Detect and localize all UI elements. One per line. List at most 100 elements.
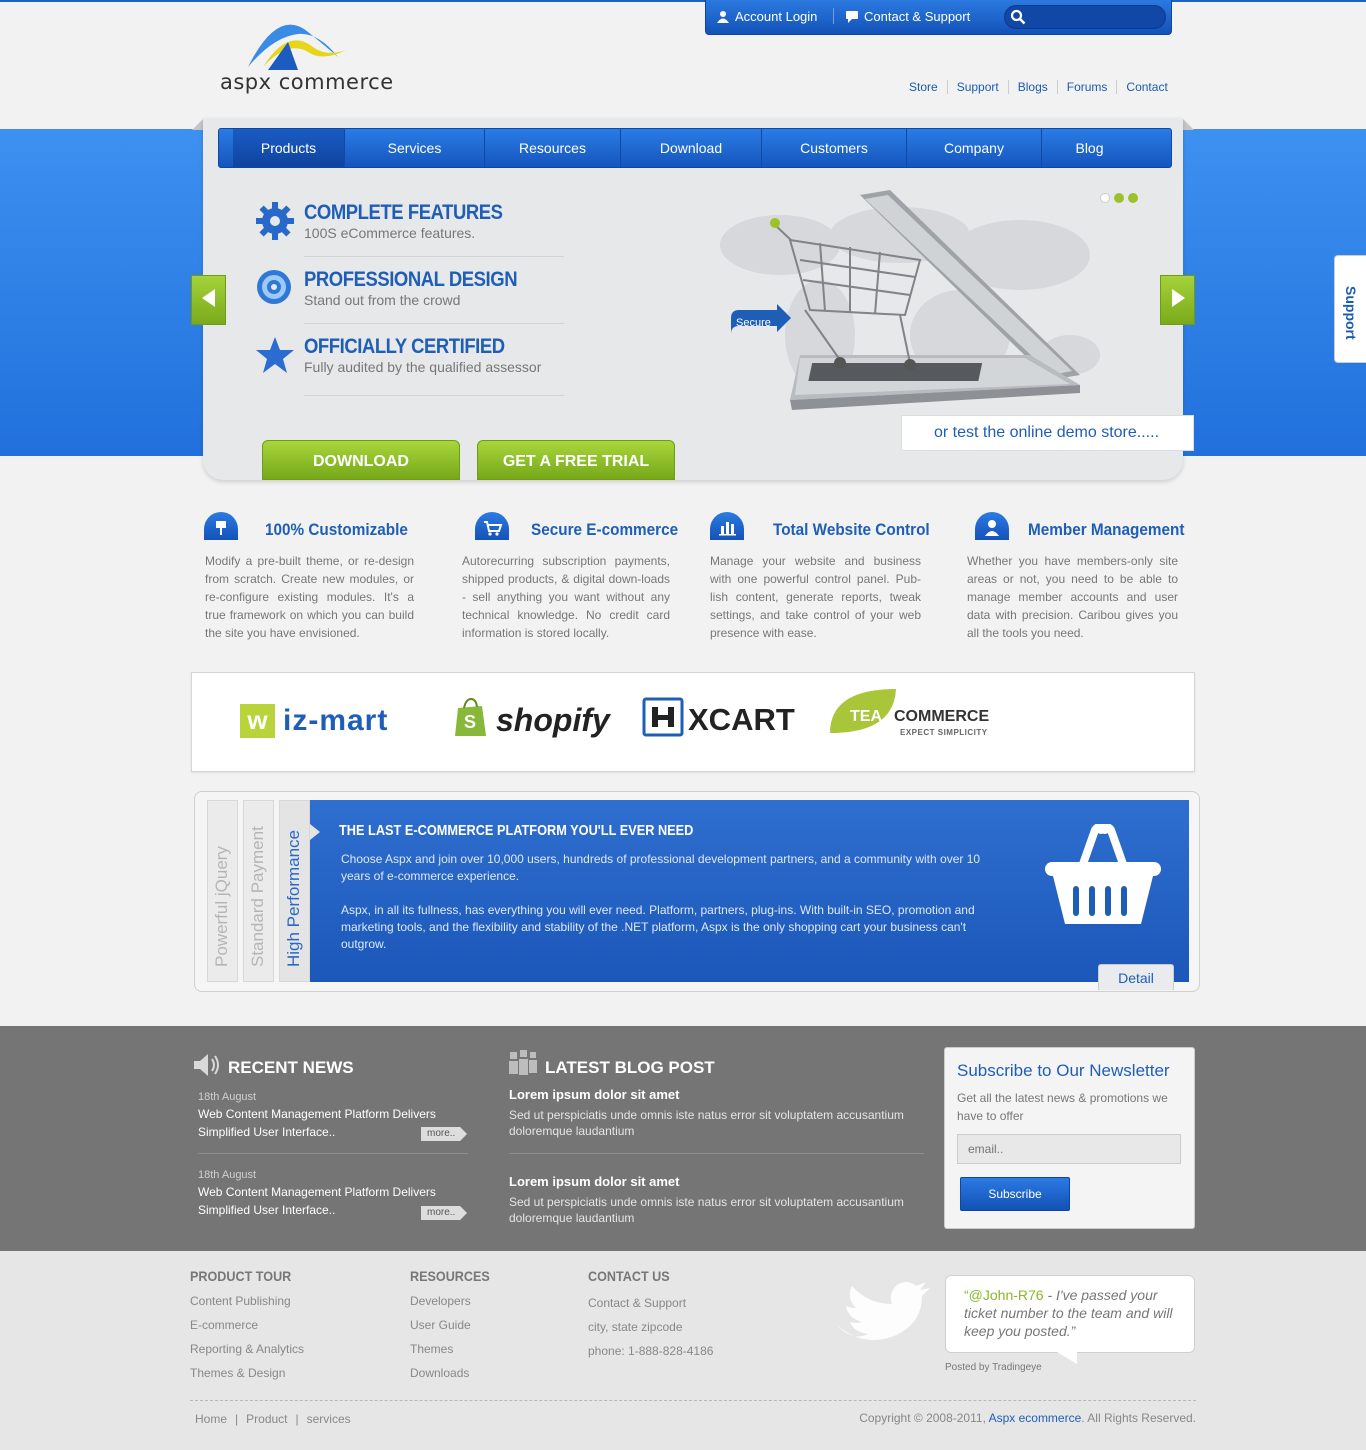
swirl-icon	[255, 268, 293, 311]
people-icon	[508, 1050, 538, 1081]
shopify-logo[interactable]: S shopify	[454, 697, 610, 743]
newsletter-text: Get all the latest news & promotions we …	[957, 1091, 1168, 1123]
detail-button[interactable]: Detail	[1098, 964, 1174, 990]
tab-high-performance[interactable]: High Performance	[279, 800, 310, 982]
support-tab-label: Support	[1343, 286, 1359, 340]
nav-products[interactable]: Products	[233, 129, 345, 167]
footer-divider	[190, 1400, 1196, 1401]
account-login-link[interactable]: Account Login	[717, 9, 817, 24]
footer-title-product-tour: PRODUCT TOUR	[190, 1268, 292, 1284]
footer-services-link[interactable]: services	[307, 1412, 351, 1426]
footer-link[interactable]: Downloads	[410, 1366, 469, 1380]
download-button[interactable]: DOWNLOAD	[262, 440, 460, 480]
chat-icon	[846, 10, 858, 23]
footer-separator: |	[295, 1412, 299, 1426]
slider-prev-button[interactable]	[191, 275, 226, 325]
nav-resources[interactable]: Resources	[485, 129, 621, 167]
divider	[304, 395, 564, 396]
xcart-logo[interactable]: XCART	[642, 697, 795, 742]
feature-column-text: Manage your website and business with on…	[710, 554, 921, 640]
search-icon	[1010, 9, 1026, 30]
nav-download[interactable]: Download	[621, 129, 762, 167]
support-side-tab[interactable]: Support	[1334, 255, 1366, 363]
nav-blog[interactable]: Blog	[1042, 129, 1137, 167]
vertical-tab-label: Standard Payment	[248, 826, 267, 967]
nav-services[interactable]: Services	[345, 129, 485, 167]
more-button[interactable]: more..	[421, 1206, 467, 1220]
footer-title-contact: CONTACT US	[588, 1268, 670, 1284]
footer-product-link[interactable]: Product	[246, 1412, 287, 1426]
active-tab-pointer	[310, 824, 320, 840]
nav-customers[interactable]: Customers	[762, 129, 907, 167]
footer-link[interactable]: Themes & Design	[190, 1366, 285, 1380]
top-link-contact[interactable]: Contact	[1116, 80, 1176, 94]
hero-feature-1: COMPLETE FEATURES 100S eCommerce feature…	[304, 201, 530, 241]
hero-feature-title: PROFESSIONAL DESIGN	[304, 268, 518, 291]
footer-link[interactable]: E-commerce	[190, 1318, 258, 1332]
footer-link[interactable]: Contact & Support	[588, 1296, 686, 1310]
teacommerce-logo[interactable]: TEA COMMERCE EXPECT SIMPLICITY	[828, 689, 998, 744]
blog-post-title[interactable]: Lorem ipsum dolor sit amet	[509, 1174, 679, 1189]
slider-dot[interactable]	[1128, 193, 1138, 203]
footer-home-link[interactable]: Home	[195, 1412, 227, 1426]
search-input[interactable]	[1004, 5, 1166, 29]
contact-support-link[interactable]: Contact & Support	[846, 9, 970, 24]
feature-column-text: Autorecurring subscription payments, shi…	[462, 554, 670, 640]
tea-tagline: EXPECT SIMPLICITY	[900, 728, 988, 737]
arrow-right-icon	[1171, 288, 1185, 312]
news-text[interactable]: Web Content Management Platform Delivers…	[198, 1183, 458, 1219]
logo-text: aspx commerce	[220, 70, 394, 94]
tweet-handle[interactable]: “@John-R76	[964, 1287, 1044, 1303]
news-text[interactable]: Web Content Management Platform Delivers…	[198, 1105, 458, 1141]
basket-icon	[1043, 823, 1163, 933]
copyright-link[interactable]: Aspx ecommerce	[989, 1411, 1082, 1425]
top-link-blogs[interactable]: Blogs	[1007, 80, 1057, 94]
divider	[198, 1153, 468, 1154]
hero-fold-right	[1182, 118, 1194, 130]
vertical-tab-label: Powerful jQuery	[212, 846, 231, 967]
tea-wordmark: TEA	[850, 708, 882, 725]
tweet-bubble: “@John-R76 - I've passed your ticket num…	[945, 1275, 1195, 1353]
footer-link[interactable]: Reporting & Analytics	[190, 1342, 304, 1356]
gear-icon	[255, 201, 295, 246]
feature-column-title: 100% Customizable	[265, 520, 408, 539]
user-icon	[975, 512, 1009, 540]
star-icon	[255, 336, 295, 379]
slider-next-button[interactable]	[1160, 275, 1195, 325]
main-nav: Products Services Resources Download Cus…	[218, 128, 1172, 168]
demo-store-link[interactable]: or test the online demo store.....	[901, 415, 1194, 451]
footer-link[interactable]: User Guide	[410, 1318, 471, 1332]
top-link-store[interactable]: Store	[900, 80, 947, 94]
nav-company[interactable]: Company	[907, 129, 1042, 167]
tweet-bubble-tail	[1057, 1352, 1077, 1364]
secure-badge: Secure	[729, 304, 793, 345]
feature-column-text: Whether you have members-only site areas…	[967, 554, 1178, 640]
footer-link[interactable]: Themes	[410, 1342, 453, 1356]
more-button[interactable]: more..	[421, 1127, 467, 1141]
blog-post-title[interactable]: Lorem ipsum dolor sit amet	[509, 1087, 679, 1102]
twitter-bird-icon	[832, 1280, 932, 1355]
blog-post-text: Sed ut perspiciatis unde omnis iste natu…	[509, 1195, 904, 1225]
top-link-forums[interactable]: Forums	[1056, 80, 1117, 94]
footer-title-resources: RESOURCES	[410, 1268, 490, 1284]
tab-powerful-jquery[interactable]: Powerful jQuery	[207, 800, 238, 982]
user-icon	[717, 10, 729, 23]
platform-paragraph: Aspx, in all its fullness, has everythin…	[341, 903, 975, 951]
tab-standard-payment[interactable]: Standard Payment	[243, 800, 274, 982]
email-field[interactable]	[957, 1134, 1181, 1164]
topbar-divider	[833, 8, 834, 24]
copyright: Copyright © 2008-2011, Aspx ecommerce. A…	[859, 1411, 1196, 1425]
top-link-support[interactable]: Support	[946, 80, 1008, 94]
arrow-left-icon	[201, 288, 216, 312]
footer-link[interactable]: Content Publishing	[190, 1294, 291, 1308]
subscribe-button[interactable]: Subscribe	[960, 1177, 1070, 1211]
newsletter-title: Subscribe to Our Newsletter	[957, 1061, 1170, 1080]
hero-feature-sub: 100S eCommerce features.	[304, 225, 476, 241]
divider	[304, 323, 564, 324]
svg-text:S: S	[464, 712, 476, 732]
platform-paragraph: Choose Aspx and join over 10,000 users, …	[341, 852, 981, 883]
hero-feature-2: PROFESSIONAL DESIGN Stand out from the c…	[304, 268, 546, 308]
footer-link[interactable]: Developers	[410, 1294, 471, 1308]
wizmart-logo[interactable]: w iz-mart	[240, 704, 388, 738]
free-trial-button[interactable]: GET A FREE TRIAL	[477, 440, 675, 480]
